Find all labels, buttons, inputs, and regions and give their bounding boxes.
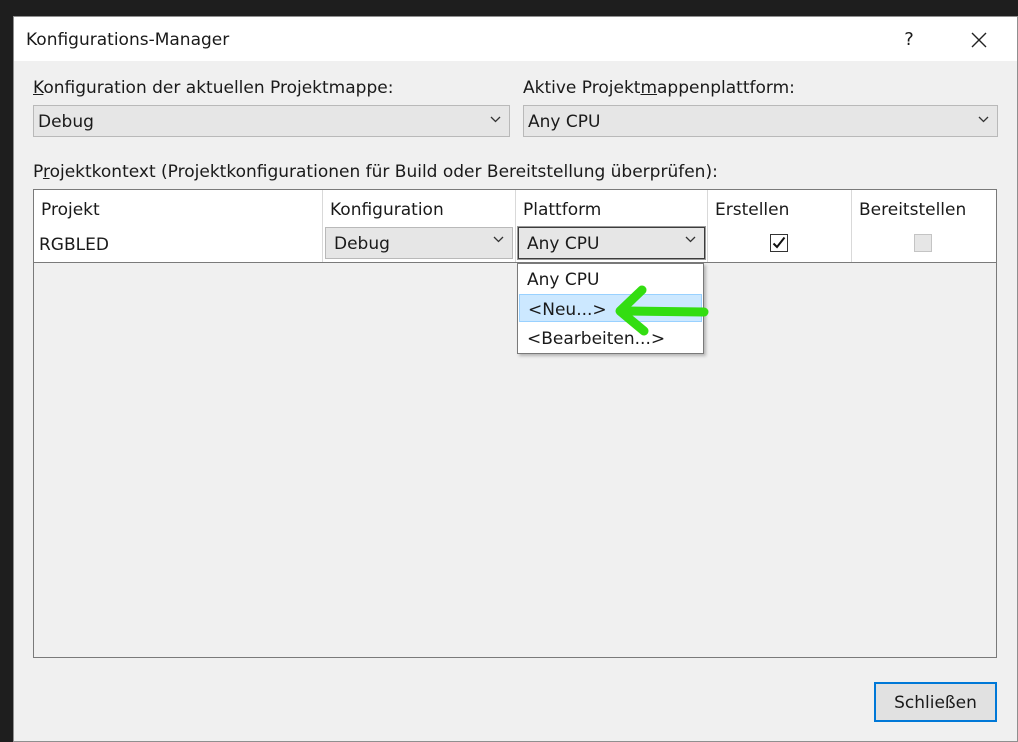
solution-platform-label: Aktive Projektmappenplattform: <box>523 78 795 98</box>
chevron-down-icon <box>685 236 696 243</box>
configuration-manager-dialog: Konfigurations-Manager ? Konfiguration d… <box>13 16 1018 742</box>
close-window-button[interactable] <box>962 25 996 55</box>
column-header-project[interactable]: Projekt <box>34 190 323 225</box>
project-platform-combobox[interactable]: Any CPU <box>517 226 706 260</box>
column-header-deploy[interactable]: Bereitstellen <box>852 190 996 225</box>
help-button[interactable]: ? <box>892 25 926 55</box>
chevron-down-icon <box>978 116 989 123</box>
project-context-grid: Projekt Konfiguration Plattform Erstelle… <box>33 189 997 658</box>
deploy-checkbox <box>914 234 932 252</box>
grid-header: Projekt Konfiguration Plattform Erstelle… <box>34 190 996 226</box>
table-row[interactable]: RGBLED Debug Any CPU <box>34 225 996 263</box>
configuration-cell: Debug <box>323 225 516 262</box>
project-name-cell: RGBLED <box>34 225 323 262</box>
close-dialog-button[interactable]: Schließen <box>874 682 997 722</box>
build-cell <box>708 225 852 262</box>
solution-config-value: Debug <box>38 112 94 132</box>
chevron-down-icon <box>490 116 501 123</box>
solution-platform-combobox[interactable]: Any CPU <box>523 105 998 137</box>
chevron-down-icon <box>493 236 504 243</box>
column-header-platform[interactable]: Plattform <box>516 190 708 225</box>
column-header-configuration[interactable]: Konfiguration <box>323 190 516 225</box>
solution-config-combobox[interactable]: Debug <box>33 105 510 137</box>
deploy-cell <box>852 225 996 262</box>
project-context-label: Projektkontext (Projektkonfigurationen f… <box>33 162 718 182</box>
build-checkbox[interactable] <box>770 234 788 252</box>
close-icon <box>971 32 987 48</box>
checkmark-icon <box>772 236 786 249</box>
project-configuration-combobox[interactable]: Debug <box>325 227 513 259</box>
green-arrow-icon <box>615 285 709 336</box>
solution-platform-value: Any CPU <box>528 112 601 132</box>
column-header-build[interactable]: Erstellen <box>708 190 852 225</box>
platform-cell: Any CPU <box>516 225 708 262</box>
window-title: Konfigurations-Manager <box>26 30 230 50</box>
solution-config-label: Konfiguration der aktuellen Projektmappe… <box>33 78 394 98</box>
title-bar: Konfigurations-Manager ? <box>14 17 1017 61</box>
